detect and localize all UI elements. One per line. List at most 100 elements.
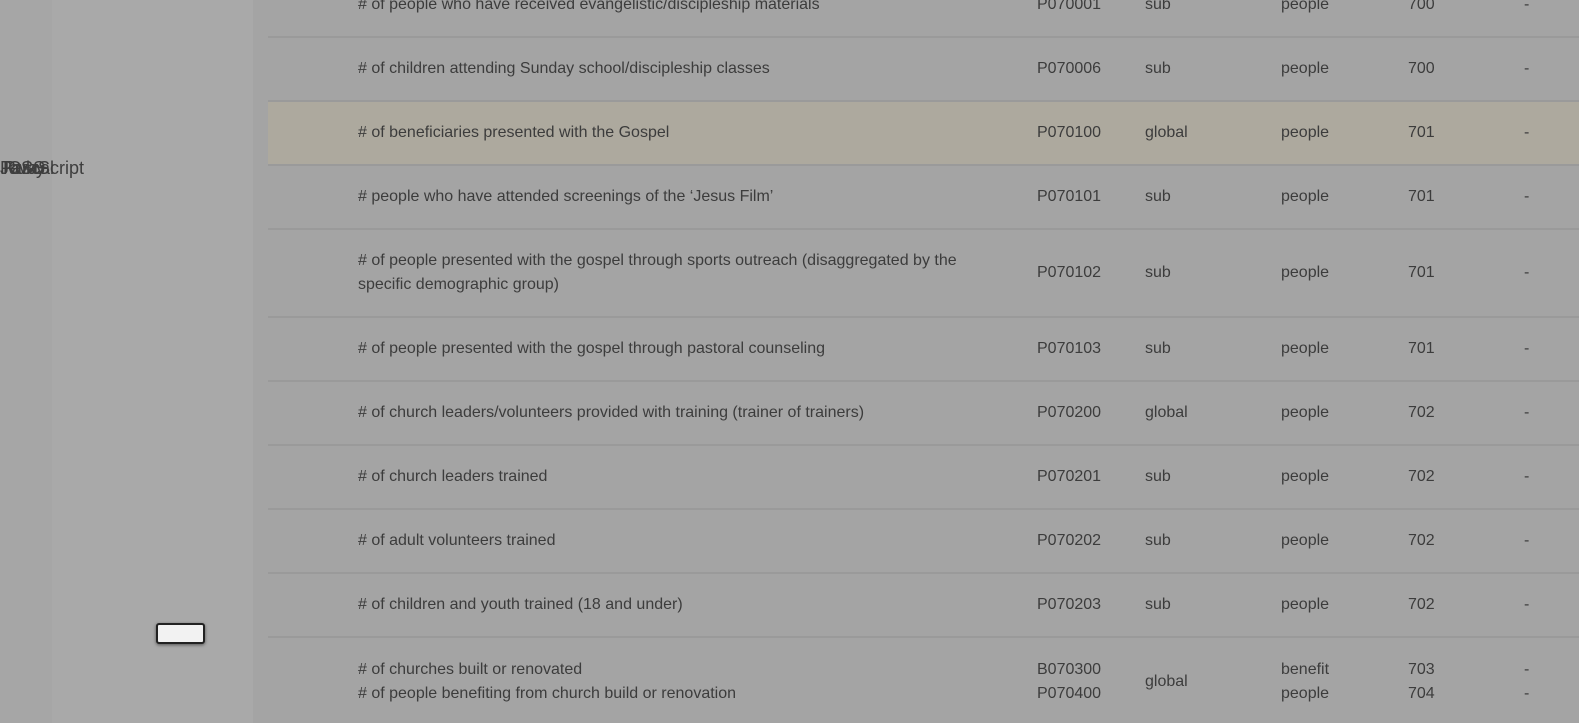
indicator-scope-text: sub [1145,596,1171,613]
indicator-code: P070101 [1037,166,1127,228]
indicator-unit-text: people [1281,404,1330,421]
indicator-code-text: P070203 [1037,596,1102,613]
indicator-value-text: - [1524,532,1530,549]
table-row[interactable]: # of churches built or renovated # of peo… [268,638,1579,723]
indicator-description: # of people presented with the gospel th… [358,318,1008,380]
indicator-value-text: - [1524,468,1530,485]
indicator-unit-text: people [1281,685,1330,702]
table-row[interactable]: # of children and youth trained (18 and … [268,574,1579,638]
indicator-number-text: 702 [1408,532,1435,549]
indicator-description-text: # of church leaders/volunteers provided … [358,404,865,421]
indicator-value: - [1524,166,1544,228]
indicator-unit-text: people [1281,124,1330,141]
indicator-code: P070201 [1037,446,1127,508]
indicator-code: P070203 [1037,574,1127,636]
indicator-description: # of children and youth trained (18 and … [358,574,1008,636]
indicator-scope: sub [1145,230,1235,316]
indicator-number: 701 [1408,230,1468,316]
indicator-scope: sub [1145,38,1235,100]
indicator-description: # of children attending Sunday school/di… [358,38,1008,100]
indicator-description-text: # of children attending Sunday school/di… [358,60,770,77]
indicator-unit: people [1281,38,1371,100]
indicator-code-text: P070400 [1037,685,1102,702]
table-row[interactable]: # of children attending Sunday school/di… [268,38,1579,102]
indicator-description-text: # of beneficiaries presented with the Go… [358,124,670,141]
indicator-scope-text: sub [1145,340,1171,357]
indicator-number-text: 701 [1408,264,1435,281]
indicator-value: - [1524,0,1544,36]
indicator-value-text: - [1524,340,1530,357]
indicator-description-text: # of church leaders trained [358,468,548,485]
indicator-value-text: - [1524,596,1530,613]
table-row[interactable]: # of people presented with the gospel th… [268,230,1579,318]
indicator-code-text: B070300 [1037,661,1102,678]
indicator-scope-text: sub [1145,468,1171,485]
indicator-scope-text: sub [1145,0,1171,13]
table-row[interactable]: # of adult volunteers trained P070202 sub p… [268,510,1579,574]
indicator-code: P070102 [1037,230,1127,316]
indicator-value: - [1524,318,1544,380]
indicator-number-text: 703 [1408,661,1435,678]
indicator-description-text: # of adult volunteers trained [358,532,556,549]
indicator-value: - [1524,574,1544,636]
indicator-code: P070100 [1037,102,1127,164]
indicator-number-text: 702 [1408,468,1435,485]
table-row[interactable]: # of people who have received evangelist… [268,0,1579,38]
indicator-unit-text: people [1281,468,1330,485]
table-row[interactable]: # of church leaders/volunteers provided … [268,382,1579,446]
indicator-unit: people [1281,0,1371,36]
left-rail [0,0,52,723]
indicator-description-text: # of people presented with the gospel th… [358,252,957,293]
indicator-number-text: 701 [1408,188,1435,205]
indicator-table: # of people who have received evangelist… [268,0,1579,723]
indicator-description-text: # of children and youth trained (18 and … [358,596,683,613]
indicator-description-text: # of people benefiting from church build… [358,685,737,702]
indicator-value-text: - [1524,124,1530,141]
table-row[interactable]: # people who have attended screenings of… [268,166,1579,230]
table-row[interactable]: # of church leaders trained P070201 sub peo… [268,446,1579,510]
indicator-code-text: P070006 [1037,60,1102,77]
indicator-code-text: P070103 [1037,340,1102,357]
indicator-description-text: # of churches built or renovated [358,661,583,678]
indicator-code-text: P070102 [1037,264,1102,281]
indicator-scope-text: sub [1145,60,1171,77]
panel-input-chip[interactable] [156,623,205,644]
indicator-number: 701 [1408,166,1468,228]
indicator-code-text: P070100 [1037,124,1102,141]
indicator-number: 702 [1408,446,1468,508]
indicator-unit: people [1281,510,1371,572]
indicator-code: P070006 [1037,38,1127,100]
indicator-unit-text: people [1281,0,1330,13]
indicator-value: - [1524,38,1544,100]
indicator-scope-text: global [1145,124,1188,141]
indicator-unit-text: people [1281,532,1330,549]
indicator-unit-text: people [1281,340,1330,357]
table-row[interactable]: # of people presented with the gospel th… [268,318,1579,382]
indicator-number: 702 [1408,574,1468,636]
indicator-code-text: P070201 [1037,468,1102,485]
indicator-scope-text: sub [1145,188,1171,205]
indicator-value: - [1524,510,1544,572]
indicator-value: - [1524,382,1544,444]
indicator-number-text: 704 [1408,685,1435,702]
indicator-number: 701 [1408,318,1468,380]
indicator-description: # of beneficiaries presented with the Go… [358,102,1008,164]
indicator-value: - [1524,446,1544,508]
indicator-value: - [1524,230,1544,316]
table-row[interactable]: # of beneficiaries presented with the Go… [268,102,1579,166]
indicator-value-text: - [1524,60,1530,77]
indicator-value-text: - [1524,264,1530,281]
indicator-description: # of people presented with the gospel th… [358,230,1008,316]
indicator-unit: people [1281,446,1371,508]
indicator-code: P070001 [1037,0,1127,36]
indicator-number-text: 701 [1408,340,1435,357]
indicator-value-text: - [1524,0,1530,13]
indicator-number-text: 702 [1408,404,1435,421]
indicator-unit-text: people [1281,596,1330,613]
indicator-code-text: P070202 [1037,532,1102,549]
indicator-description-text: # people who have attended screenings of… [358,188,774,205]
indicator-unit: people [1281,230,1371,316]
indicator-number: 700 [1408,38,1468,100]
indicator-scope: sub [1145,0,1235,36]
indicator-unit-text: people [1281,60,1330,77]
